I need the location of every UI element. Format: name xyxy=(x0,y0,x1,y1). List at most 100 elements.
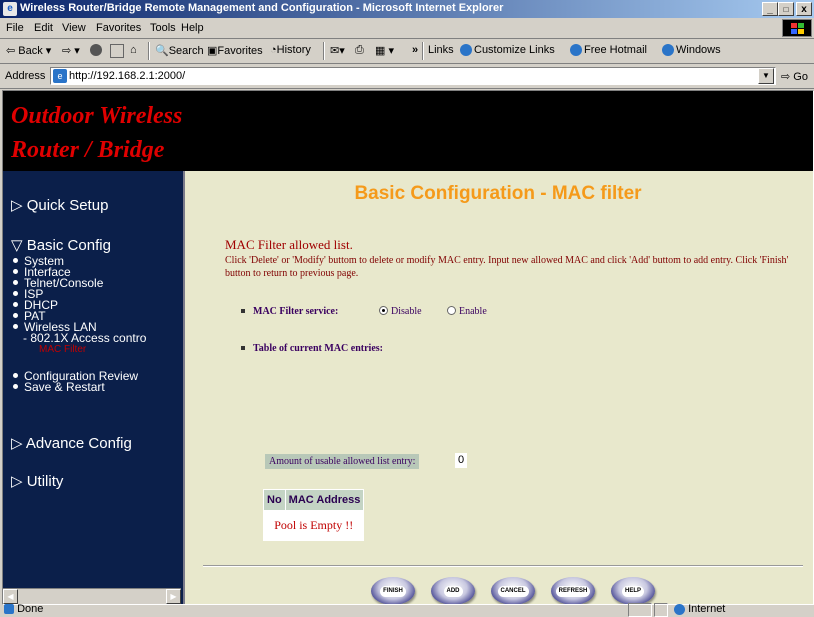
ie-page-icon xyxy=(460,44,472,57)
menu-tools[interactable]: Tools xyxy=(150,22,176,34)
divider xyxy=(203,565,803,567)
toolbar-separator xyxy=(323,42,325,60)
back-button[interactable]: ⇦ Back ▾ xyxy=(6,44,51,57)
stop-button[interactable] xyxy=(90,44,104,57)
refresh-button[interactable]: REFRESH xyxy=(551,577,595,604)
table-of-entries-label: Table of current MAC entries: xyxy=(241,343,383,354)
link-label: Customize Links xyxy=(474,44,555,56)
button-label: ADD xyxy=(443,586,463,597)
menu-file[interactable]: File xyxy=(6,22,24,34)
window-title-bar[interactable]: e Wireless Router/Bridge Remote Manageme… xyxy=(0,0,814,18)
banner-line-2: Router / Bridge xyxy=(11,137,165,163)
menu-view[interactable]: View xyxy=(62,22,86,34)
history-icon: ◔ xyxy=(270,44,277,56)
forward-arrow-icon: ⇨ ▾ xyxy=(62,45,80,57)
table-row: Pool is Empty !! xyxy=(262,510,365,541)
menu-favorites[interactable]: Favorites xyxy=(96,22,141,34)
main-content: Basic Configuration - MAC filter MAC Fil… xyxy=(183,171,813,604)
history-button[interactable]: ◔History xyxy=(270,44,311,56)
sidebar-horizontal-scrollbar[interactable]: ◀ ▶ xyxy=(3,588,181,604)
nav-quick-setup[interactable]: ▷ Quick Setup xyxy=(11,196,108,214)
minimize-button[interactable]: _ xyxy=(762,2,778,16)
nav-label: Utility xyxy=(26,473,64,490)
column-header-mac: MAC Address xyxy=(284,489,365,511)
ie-icon: e xyxy=(3,2,17,16)
more-toolbar-button[interactable]: » xyxy=(412,44,418,56)
address-url: http://192.168.2.1:2000/ xyxy=(69,70,186,82)
search-icon: 🔍 xyxy=(155,45,169,57)
address-input[interactable]: e http://192.168.2.1:2000/ xyxy=(50,67,776,85)
refresh-button[interactable] xyxy=(110,44,124,61)
link-windows[interactable]: Windows xyxy=(662,44,721,57)
cancel-button[interactable]: CANCEL xyxy=(491,577,535,604)
radio-disable-label: Disable xyxy=(391,306,422,317)
nav-basic-config[interactable]: ▽ Basic Config xyxy=(11,236,111,254)
button-label: FINISH xyxy=(380,586,406,597)
menu-edit[interactable]: Edit xyxy=(34,22,53,34)
toolbar-separator xyxy=(148,42,150,60)
link-label: Free Hotmail xyxy=(584,44,647,56)
banner: Outdoor Wireless Router / Bridge xyxy=(3,91,813,171)
mail-icon: ✉▾ xyxy=(330,45,345,57)
table-empty-message: Pool is Empty !! xyxy=(262,510,365,541)
amount-label: Amount of usable allowed list entry: xyxy=(265,454,420,469)
print-icon: ⎙ xyxy=(355,44,364,56)
stop-icon xyxy=(90,44,102,57)
toolbar-separator xyxy=(422,42,424,60)
bullet-icon xyxy=(13,302,18,308)
home-button[interactable]: ⌂ xyxy=(130,44,137,56)
search-button[interactable]: 🔍Search xyxy=(155,44,204,57)
button-label: HELP xyxy=(621,586,644,597)
nav-item-mac-filter[interactable]: MAC Filter xyxy=(39,344,86,355)
nav-label: Save & Restart xyxy=(24,380,105,394)
windows-logo-icon xyxy=(782,19,812,37)
go-button[interactable]: ⇨ Go xyxy=(781,70,808,83)
favorites-label: Favorites xyxy=(217,45,263,57)
scroll-right-button[interactable]: ▶ xyxy=(166,589,181,604)
nav-utility[interactable]: ▷ Utility xyxy=(11,472,63,490)
forward-button[interactable]: ⇨ ▾ xyxy=(62,44,80,57)
bullet-icon xyxy=(13,291,18,297)
link-customize-links[interactable]: Customize Links xyxy=(460,44,555,57)
triangle-right-icon: ▷ xyxy=(11,473,27,490)
add-button[interactable]: ADD xyxy=(431,577,475,604)
bullet-icon xyxy=(13,280,18,286)
bullet-icon xyxy=(13,269,18,275)
mac-table: No MAC Address Pool is Empty !! xyxy=(262,489,365,541)
nav-advance-config[interactable]: ▷ Advance Config xyxy=(11,434,132,452)
column-header-no: No xyxy=(263,489,286,511)
triangle-down-icon: ▽ xyxy=(11,237,27,254)
amount-value: 0 xyxy=(455,453,467,468)
link-free-hotmail[interactable]: Free Hotmail xyxy=(570,44,647,57)
status-label: Done xyxy=(17,603,44,615)
address-label: Address xyxy=(5,70,46,82)
radio-enable[interactable] xyxy=(447,306,456,315)
finish-button[interactable]: FINISH xyxy=(371,577,415,604)
status-pane xyxy=(654,603,668,617)
address-dropdown-button[interactable]: ▼ xyxy=(758,68,774,84)
history-label: History xyxy=(276,44,311,56)
label-text: MAC Filter service: xyxy=(253,306,339,317)
ie-page-icon xyxy=(662,44,674,57)
maximize-button[interactable]: □ xyxy=(778,2,794,16)
nav-item-8021x-access-control[interactable]: - 802.1X Access contro xyxy=(23,332,146,344)
button-label: CANCEL xyxy=(497,586,529,597)
scroll-left-button[interactable]: ◀ xyxy=(3,589,18,604)
page-title: Basic Configuration - MAC filter xyxy=(354,183,642,204)
edit-button[interactable]: ▦ ▾ xyxy=(375,44,394,57)
close-button[interactable]: x xyxy=(796,2,812,16)
edit-icon: ▦ ▾ xyxy=(375,45,394,57)
favorites-button[interactable]: ▣Favorites xyxy=(207,44,263,57)
help-button[interactable]: HELP xyxy=(611,577,655,604)
print-button[interactable]: ⎙ xyxy=(355,44,364,57)
description-text: Click 'Delete' or 'Modify' buttom to del… xyxy=(225,255,789,279)
nav-item-save-restart[interactable]: Save & Restart xyxy=(13,380,105,394)
mail-button[interactable]: ✉▾ xyxy=(330,44,345,57)
ie-page-icon: e xyxy=(53,69,67,83)
favorites-icon: ▣ xyxy=(207,45,218,57)
menu-help[interactable]: Help xyxy=(181,22,204,34)
banner-line-1: Outdoor Wireless xyxy=(11,103,183,129)
bullet-icon xyxy=(13,373,18,379)
radio-enable-label: Enable xyxy=(459,306,487,317)
radio-disable[interactable] xyxy=(379,306,388,315)
